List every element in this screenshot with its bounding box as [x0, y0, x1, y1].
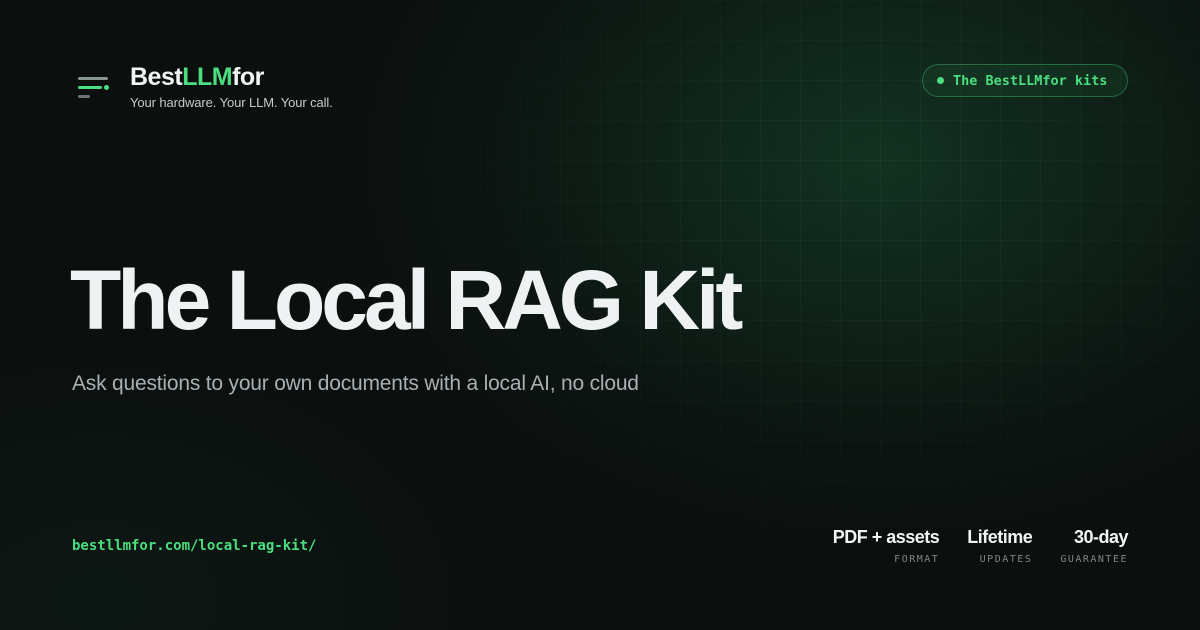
kits-badge-label: The BestLLMfor kits	[953, 72, 1108, 89]
brand-name: BestLLMfor	[130, 62, 333, 92]
stat-label: FORMAT	[894, 554, 940, 565]
brand-name-suffix: for	[232, 63, 264, 91]
brand-name-main: Best	[130, 63, 183, 91]
brand-tagline: Your hardware. Your LLM. Your call.	[130, 95, 333, 110]
stat-format: PDF + assets FORMAT	[833, 526, 940, 565]
brand: BestLLMfor Your hardware. Your LLM. Your…	[130, 62, 333, 110]
stat-label: UPDATES	[979, 554, 1033, 565]
stat-guarantee: 30-day GUARANTEE	[1060, 526, 1128, 565]
stat-value: 30-day	[1073, 527, 1129, 547]
stat-value: Lifetime	[967, 527, 1033, 547]
kits-badge: The BestLLMfor kits	[922, 64, 1128, 97]
product-url: bestllmfor.com/local-rag-kit/	[72, 538, 317, 554]
status-dot-icon	[937, 77, 944, 84]
stat-label: GUARANTEE	[1060, 554, 1128, 565]
page-subtitle: Ask questions to your own documents with…	[72, 372, 639, 395]
stat-updates: Lifetime UPDATES	[967, 526, 1033, 565]
stat-value: PDF + assets	[832, 527, 940, 547]
product-stats: PDF + assets FORMAT Lifetime UPDATES 30-…	[833, 526, 1129, 565]
page-title: The Local RAG Kit	[70, 253, 743, 347]
brand-name-accent: LLM	[182, 63, 233, 91]
menu-lines-icon	[78, 77, 110, 99]
